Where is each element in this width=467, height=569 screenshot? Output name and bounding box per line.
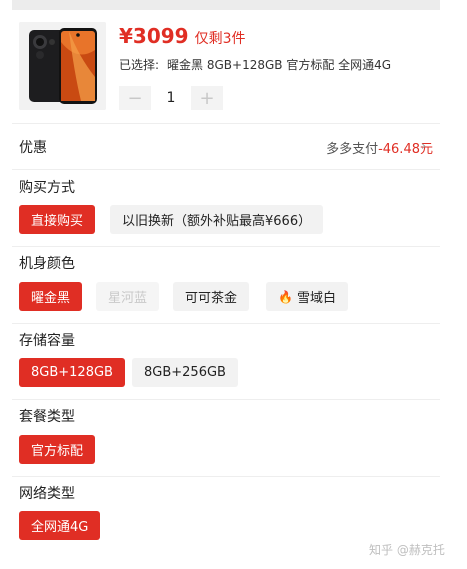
option-trade-in[interactable]: 以旧换新（额外补贴最高¥666） xyxy=(110,205,324,234)
color-title: 机身颜色 xyxy=(19,256,75,272)
divider xyxy=(12,123,440,124)
price: ¥3099 仅剩3件 xyxy=(119,24,246,48)
product-thumbnail xyxy=(19,22,106,110)
package-title: 套餐类型 xyxy=(19,409,75,425)
chevron-right-icon[interactable]: › xyxy=(421,139,426,154)
divider xyxy=(12,399,440,400)
option-package-standard[interactable]: 官方标配 xyxy=(19,435,96,464)
option-color-white[interactable]: 🔥 雪域白 xyxy=(266,282,348,311)
option-network-4g[interactable]: 全网通4G xyxy=(19,511,101,540)
decrement-button[interactable]: − xyxy=(119,86,151,110)
quantity-value[interactable]: 1 xyxy=(151,90,191,106)
divider xyxy=(12,169,440,170)
option-storage-128[interactable]: 8GB+128GB xyxy=(19,358,125,387)
option-storage-256[interactable]: 8GB+256GB xyxy=(132,358,238,387)
option-color-tea-gold[interactable]: 可可茶金 xyxy=(173,282,250,311)
option-color-blue: 星河蓝 xyxy=(96,282,160,311)
top-strip xyxy=(12,0,440,10)
watermark: 知乎 @赫克托 xyxy=(369,543,445,557)
network-title: 网络类型 xyxy=(19,486,75,502)
phone-image xyxy=(19,22,106,110)
fire-icon: 🔥 xyxy=(278,289,293,304)
divider xyxy=(12,246,440,247)
increment-button[interactable]: + xyxy=(191,86,223,110)
discount-info[interactable]: 多多支付-46.48元 xyxy=(326,138,433,157)
option-direct-buy[interactable]: 直接购买 xyxy=(19,205,96,234)
product-summary: ¥3099 仅剩3件 已选择: 曜金黑 8GB+128GB 官方标配 全网通4G −… xyxy=(19,22,439,112)
discount-title: 优惠 xyxy=(19,140,47,156)
storage-title: 存储容量 xyxy=(19,333,75,349)
stock-remaining: 仅剩3件 xyxy=(194,31,246,47)
option-color-black[interactable]: 曜金黑 xyxy=(19,282,83,311)
quantity-stepper: − 1 + xyxy=(119,86,223,110)
selected-prefix: 已选择: xyxy=(119,58,160,72)
purchase-method-title: 购买方式 xyxy=(19,180,75,196)
selected-value: 曜金黑 8GB+128GB 官方标配 全网通4G xyxy=(167,58,392,72)
discount-label: 多多支付 xyxy=(326,142,379,157)
price-value: ¥3099 xyxy=(119,24,189,48)
divider xyxy=(12,323,440,324)
option-color-white-label: 雪域白 xyxy=(296,291,336,306)
selected-summary: 已选择: 曜金黑 8GB+128GB 官方标配 全网通4G xyxy=(119,56,391,73)
divider xyxy=(12,476,440,477)
